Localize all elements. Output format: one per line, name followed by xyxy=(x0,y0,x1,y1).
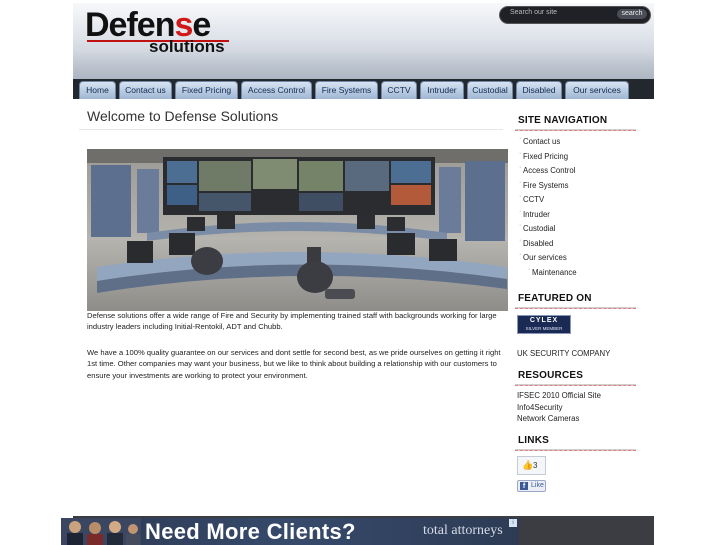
bullet-icon: · xyxy=(519,208,522,215)
tab-cctv[interactable]: CCTV xyxy=(381,81,417,99)
search-input[interactable]: Search our site xyxy=(510,9,557,16)
resource-link-info4security[interactable]: Info4Security xyxy=(517,403,563,412)
title-divider xyxy=(79,129,503,130)
facebook-like-label: Like xyxy=(531,482,544,489)
main-nav: Home Contact us Fixed Pricing Access Con… xyxy=(73,79,654,99)
ad-choices-icon[interactable]: i xyxy=(509,519,517,527)
heading-rule xyxy=(515,449,636,451)
tab-fixed-pricing[interactable]: Fixed Pricing xyxy=(175,81,238,99)
logo-subtitle: solutions xyxy=(149,37,225,56)
sidebar-item-fire-systems[interactable]: · Fire Systems xyxy=(519,179,569,190)
bullet-icon: · xyxy=(519,150,522,157)
sidebar-item-label: Access Control xyxy=(523,166,576,175)
resources-heading: RESOURCES xyxy=(518,370,584,381)
resource-link-ifsec[interactable]: IFSEC 2010 Official Site xyxy=(517,391,601,400)
sidebar-item-label: Contact us xyxy=(523,137,561,146)
bullet-icon: · xyxy=(519,193,522,200)
tab-access-control[interactable]: Access Control xyxy=(241,81,312,99)
site-header: Defense solutions Search our site search xyxy=(73,3,654,79)
bullet-icon: · xyxy=(519,135,522,142)
sidebar-item-label: Fire Systems xyxy=(523,181,569,190)
bullet-icon: · xyxy=(519,237,522,244)
control-room-illustration xyxy=(87,149,508,311)
sidebar-item-disabled[interactable]: · Disabled xyxy=(519,237,554,248)
intro-paragraph: Defense solutions offer a wide range of … xyxy=(87,311,497,332)
page: Defense solutions Search our site search… xyxy=(73,3,654,545)
sidebar-item-label: Disabled xyxy=(523,239,554,248)
bullet-icon: · xyxy=(519,222,522,229)
search-box: Search our site search xyxy=(499,6,651,24)
sidebar-item-cctv[interactable]: · CCTV xyxy=(519,193,545,204)
cylex-badge[interactable]: CYLEX SILVER MEMBER xyxy=(517,315,571,334)
heading-rule xyxy=(515,129,636,131)
sidebar-item-label: Custodial xyxy=(523,224,556,233)
sidebar-item-our-services[interactable]: · Our services xyxy=(519,251,567,262)
sidebar-item-label: Our services xyxy=(523,253,567,262)
like-count: 3 xyxy=(533,461,538,470)
sidebar-item-label: Intruder xyxy=(523,210,550,219)
uk-security-company-text: UK SECURITY COMPANY xyxy=(517,349,611,358)
thumbs-up-like-box[interactable]: 👍 3 xyxy=(517,456,546,475)
sidebar-item-access-control[interactable]: · Access Control xyxy=(519,164,576,175)
cylex-badge-subtitle: SILVER MEMBER xyxy=(525,326,563,331)
heading-rule xyxy=(515,384,636,386)
tab-our-services[interactable]: Our services xyxy=(565,81,629,99)
sidebar-item-maintenance[interactable]: · Maintenance xyxy=(528,266,577,277)
tab-intruder[interactable]: Intruder xyxy=(420,81,464,99)
tab-contact-us[interactable]: Contact us xyxy=(119,81,172,99)
sidebar-item-contact-us[interactable]: · Contact us xyxy=(519,135,561,146)
sidebar-item-label: Fixed Pricing xyxy=(523,152,569,161)
tab-home[interactable]: Home xyxy=(79,81,116,99)
links-heading: LINKS xyxy=(518,435,549,446)
tab-custodial[interactable]: Custodial xyxy=(467,81,513,99)
sidebar-item-intruder[interactable]: · Intruder xyxy=(519,208,550,219)
ad-headline: Need More Clients? xyxy=(145,519,356,544)
sidebar-item-custodial[interactable]: · Custodial xyxy=(519,222,556,233)
facebook-like-button[interactable]: f Like xyxy=(517,480,546,492)
tab-disabled[interactable]: Disabled xyxy=(516,81,562,99)
sidebar-item-label: Maintenance xyxy=(532,268,577,277)
heading-rule xyxy=(515,307,636,309)
hero-image-control-room xyxy=(87,149,508,311)
bullet-icon: · xyxy=(519,251,522,258)
advertisement-banner[interactable]: Need More Clients? total attorneys i xyxy=(61,518,519,545)
bullet-icon: · xyxy=(519,164,522,171)
resource-link-network-cameras[interactable]: Network Cameras xyxy=(517,414,579,423)
bullet-icon: · xyxy=(528,266,531,273)
thumbs-up-icon: 👍 xyxy=(522,460,534,470)
featured-on-heading: FEATURED ON xyxy=(518,293,592,304)
facebook-icon: f xyxy=(520,482,528,490)
ad-brand: total attorneys xyxy=(423,523,503,538)
guarantee-paragraph: We have a 100% quality guarantee on our … xyxy=(87,348,501,380)
bullet-icon: · xyxy=(519,179,522,186)
site-navigation-heading: SITE NAVIGATION xyxy=(518,115,608,126)
sidebar-item-fixed-pricing[interactable]: · Fixed Pricing xyxy=(519,150,569,161)
cylex-badge-title: CYLEX xyxy=(529,317,559,324)
page-title: Welcome to Defense Solutions xyxy=(87,108,279,124)
tab-fire-systems[interactable]: Fire Systems xyxy=(315,81,378,99)
sidebar-item-label: CCTV xyxy=(523,195,545,204)
ad-people-image xyxy=(61,518,141,545)
search-button[interactable]: search xyxy=(617,9,647,19)
